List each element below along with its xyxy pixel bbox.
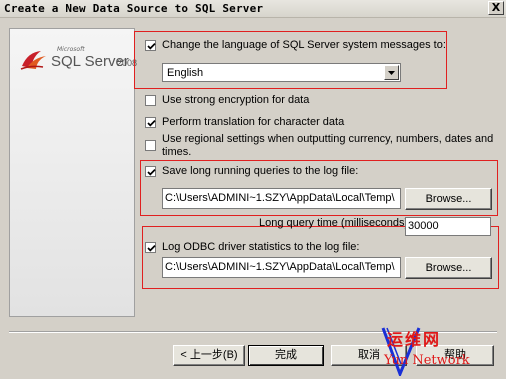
regional-settings-checkbox[interactable] [145, 140, 156, 151]
back-button[interactable]: < 上一步(B) [173, 345, 245, 366]
change-language-label: Change the language of SQL Server system… [162, 39, 446, 51]
strong-encryption-label: Use strong encryption for data [162, 94, 310, 106]
window-title: Create a New Data Source to SQL Server [4, 2, 264, 15]
logo-microsoft-text: Microsoft [57, 46, 85, 53]
checkmark-icon [147, 245, 156, 252]
translation-label: Perform translation for character data [162, 116, 345, 128]
language-select[interactable]: English [162, 63, 401, 82]
language-select-value: English [167, 67, 204, 79]
odbc-stats-browse-button[interactable]: Browse... [405, 257, 492, 279]
browse-label: Browse... [425, 262, 472, 274]
odbc-stats-label: Log ODBC driver statistics to the log fi… [162, 241, 360, 253]
long-queries-path-input[interactable]: C:\Users\ADMINI~1.SZY\AppData\Local\Temp… [162, 188, 401, 209]
change-language-checkbox[interactable] [145, 40, 156, 51]
finish-button-label: 完成 [275, 349, 297, 361]
branding-panel: Microsoft SQL Server 2008 [9, 28, 137, 317]
chevron-down-icon [388, 71, 395, 75]
long-queries-checkbox[interactable] [145, 166, 156, 177]
sql-server-logo: Microsoft SQL Server 2008 [19, 46, 137, 76]
sql-server-emblem-icon [20, 51, 46, 70]
close-button[interactable]: X [488, 1, 504, 15]
browse-label: Browse... [425, 193, 472, 205]
finish-button[interactable]: 完成 [248, 345, 324, 366]
cancel-button-label: 取消 [358, 349, 380, 361]
close-icon: X [491, 1, 501, 14]
long-queries-browse-button[interactable]: Browse... [405, 188, 492, 210]
language-dropdown-button[interactable] [384, 65, 399, 80]
translation-checkbox[interactable] [145, 117, 156, 128]
cancel-button[interactable]: 取消 [331, 345, 407, 366]
checkmark-icon [147, 43, 156, 50]
regional-settings-label-line2: times. [162, 146, 192, 158]
strong-encryption-checkbox[interactable] [145, 95, 156, 106]
checkmark-icon [147, 120, 156, 127]
checkmark-icon [147, 169, 156, 176]
long-queries-label: Save long running queries to the log fil… [162, 165, 359, 177]
help-button-label: 帮助 [444, 349, 466, 361]
footer-separator [9, 331, 497, 333]
title-bar: Create a New Data Source to SQL Server X [0, 0, 506, 18]
back-button-label: < 上一步(B) [180, 349, 238, 361]
odbc-stats-path-input[interactable]: C:\Users\ADMINI~1.SZY\AppData\Local\Temp… [162, 257, 401, 278]
long-query-time-label: Long query time (milliseconds): [259, 217, 412, 229]
long-query-time-input[interactable]: 30000 [405, 217, 491, 236]
regional-settings-label-line1: Use regional settings when outputting cu… [162, 133, 494, 145]
help-button[interactable]: 帮助 [416, 345, 494, 366]
odbc-stats-checkbox[interactable] [145, 242, 156, 253]
